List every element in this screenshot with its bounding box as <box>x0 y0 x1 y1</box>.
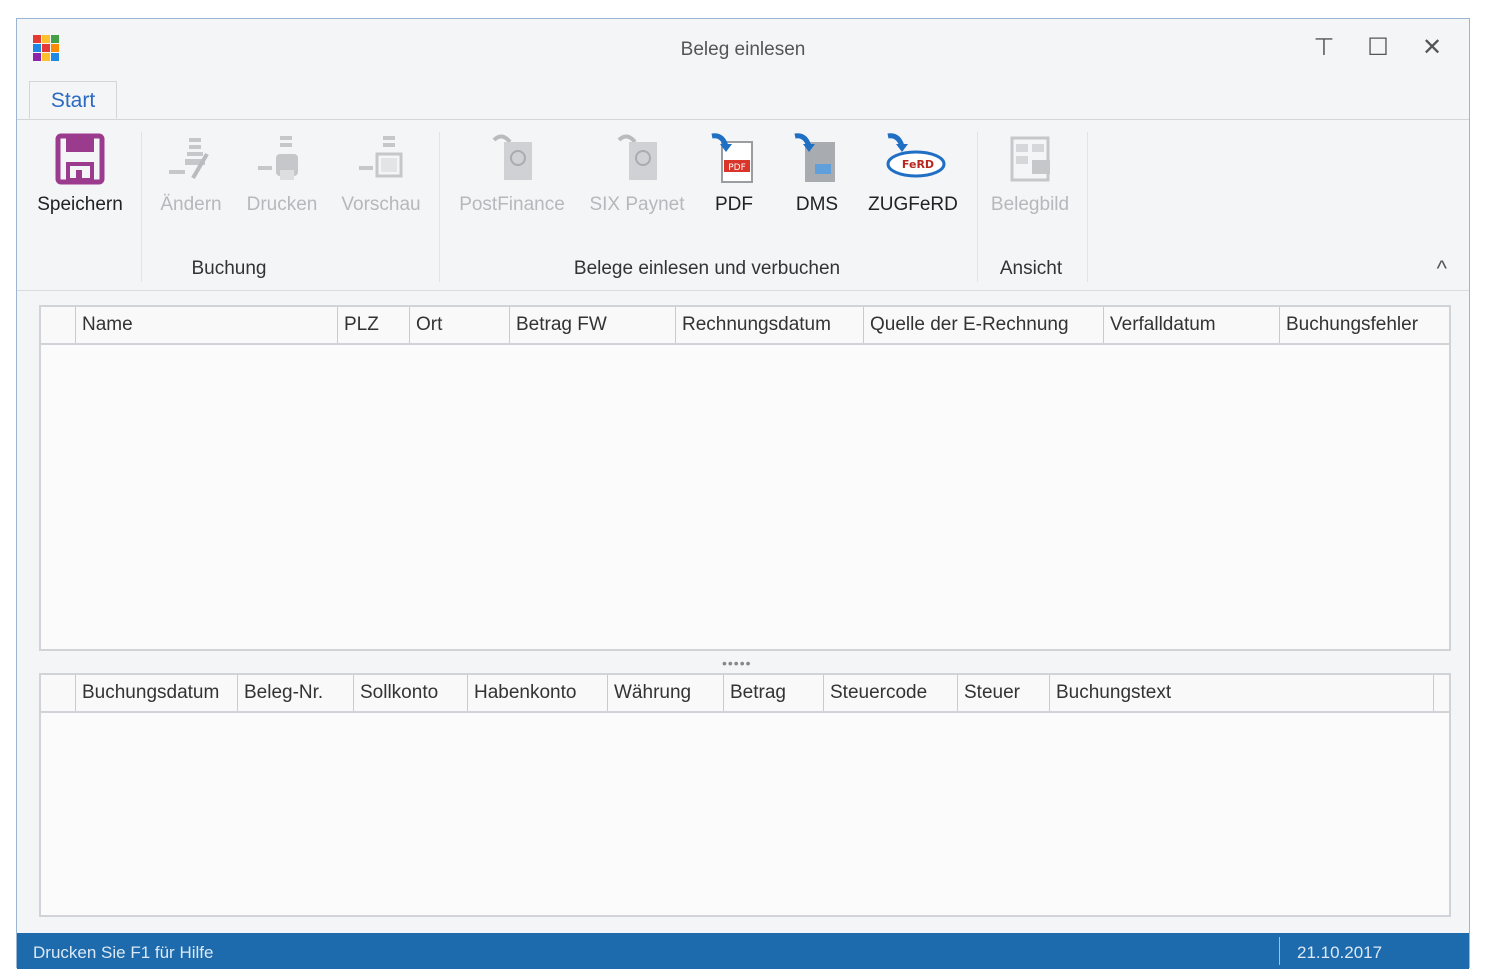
speichern-button[interactable]: Speichern <box>31 130 129 230</box>
column-header-habenkonto[interactable]: Habenkonto <box>467 675 607 711</box>
drucken-label: Drucken <box>246 194 318 215</box>
title-bar[interactable]: Beleg einlesen ⊤ ☐ ✕ <box>17 19 1469 81</box>
six-paynet-button[interactable]: SIX Paynet <box>583 130 691 230</box>
column-header-betrag-fw[interactable]: Betrag FW <box>509 307 675 343</box>
beleg-einlesen-window: Beleg einlesen ⊤ ☐ ✕ Start Speichern Änd… <box>16 18 1470 969</box>
vorschau-label: Vorschau <box>341 194 421 215</box>
dms-import-icon <box>789 130 845 188</box>
printer-icon <box>254 130 310 188</box>
booking-grid[interactable]: Buchungsdatum Beleg-Nr. Sollkonto Habenk… <box>39 673 1451 917</box>
booking-grid-header: Buchungsdatum Beleg-Nr. Sollkonto Habenk… <box>41 675 1449 713</box>
restore-button[interactable]: ⊤ <box>1307 31 1341 65</box>
group-separator <box>1087 132 1088 282</box>
vorschau-button[interactable]: Vorschau <box>335 130 427 230</box>
postfinance-label: PostFinance <box>459 194 565 215</box>
zugferd-import-icon: FeRD <box>878 130 948 188</box>
pdf-label: PDF <box>715 194 753 215</box>
column-header-buchungsdatum[interactable]: Buchungsdatum <box>75 675 237 711</box>
column-header-buchungstext[interactable]: Buchungstext <box>1049 675 1433 711</box>
column-header-ort[interactable]: Ort <box>409 307 509 343</box>
status-bar: Drucken Sie F1 für Hilfe 21.10.2017 <box>17 933 1469 969</box>
column-header-betrag[interactable]: Betrag <box>723 675 823 711</box>
column-header-buchungsfehler[interactable]: Buchungsfehler <box>1279 307 1449 343</box>
zugferd-button[interactable]: FeRD ZUGFeRD <box>863 130 963 230</box>
group-separator <box>977 132 978 282</box>
window-title: Beleg einlesen <box>680 39 806 60</box>
column-header-filler <box>1433 675 1449 711</box>
preview-icon <box>353 130 409 188</box>
belegbild-label: Belegbild <box>990 194 1070 215</box>
status-date: 21.10.2017 <box>1297 943 1383 962</box>
group-label-buchung: Buchung <box>191 258 267 279</box>
group-separator <box>439 132 440 282</box>
group-separator <box>141 132 142 282</box>
aendern-label: Ändern <box>160 194 222 215</box>
floppy-disk-icon <box>52 130 108 188</box>
document-view-icon <box>1002 130 1058 188</box>
drucken-button[interactable]: Drucken <box>239 130 325 230</box>
svg-text:PDF: PDF <box>728 163 746 173</box>
column-header-steuer[interactable]: Steuer <box>957 675 1049 711</box>
close-button[interactable]: ✕ <box>1415 31 1449 65</box>
pdf-import-icon: PDF <box>706 130 762 188</box>
aendern-button[interactable]: Ändern <box>151 130 231 230</box>
column-header-verfalldatum[interactable]: Verfalldatum <box>1103 307 1279 343</box>
column-header-beleg-nr[interactable]: Beleg-Nr. <box>237 675 353 711</box>
import-document-icon <box>484 130 540 188</box>
column-header-waehrung[interactable]: Währung <box>607 675 723 711</box>
column-header-sollkonto[interactable]: Sollkonto <box>353 675 467 711</box>
column-header-quelle[interactable]: Quelle der E-Rechnung <box>863 307 1103 343</box>
edit-icon <box>163 130 219 188</box>
status-separator <box>1279 937 1280 965</box>
pdf-button[interactable]: PDF PDF <box>703 130 765 230</box>
invoice-grid[interactable]: Name PLZ Ort Betrag FW Rechnungsdatum Qu… <box>39 305 1451 651</box>
invoice-grid-header: Name PLZ Ort Betrag FW Rechnungsdatum Qu… <box>41 307 1449 345</box>
zugferd-label: ZUGFeRD <box>868 194 958 215</box>
ribbon-collapse-button[interactable]: ^ <box>1437 256 1447 282</box>
group-label-belege: Belege einlesen und verbuchen <box>573 258 841 279</box>
column-header-rechnungsdatum[interactable]: Rechnungsdatum <box>675 307 863 343</box>
column-header-steuercode[interactable]: Steuercode <box>823 675 957 711</box>
column-header-name[interactable]: Name <box>75 307 337 343</box>
dms-button[interactable]: DMS <box>783 130 851 230</box>
speichern-label: Speichern <box>37 194 123 215</box>
import-document-icon <box>609 130 665 188</box>
six-paynet-label: SIX Paynet <box>589 194 685 215</box>
group-label-ansicht: Ansicht <box>999 258 1063 279</box>
ribbon-tab-bar: Start <box>17 81 1469 120</box>
svg-text:FeRD: FeRD <box>902 158 934 171</box>
postfinance-button[interactable]: PostFinance <box>453 130 571 230</box>
status-help-text: Drucken Sie F1 für Hilfe <box>33 943 214 962</box>
ribbon: Speichern Ändern Drucken Vorschau PostFi… <box>17 120 1469 291</box>
tab-start[interactable]: Start <box>29 81 117 119</box>
column-header-plz[interactable]: PLZ <box>337 307 409 343</box>
dms-label: DMS <box>795 194 839 215</box>
belegbild-button[interactable]: Belegbild <box>983 130 1077 230</box>
maximize-button[interactable]: ☐ <box>1361 31 1395 65</box>
grid-splitter-handle[interactable]: ••••• <box>722 655 752 671</box>
